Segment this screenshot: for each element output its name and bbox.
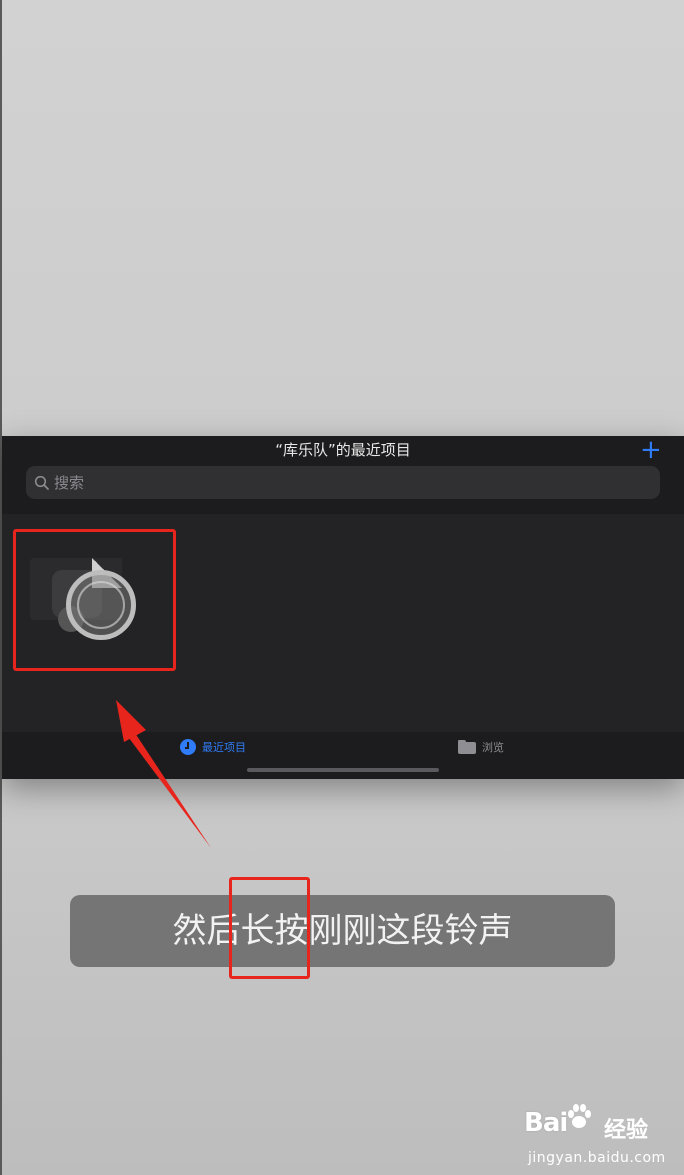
baidu-paw-icon [568, 1104, 591, 1128]
watermark-brand: Bai [524, 1108, 568, 1138]
caption-text: 然后长按刚刚这段铃声 [172, 911, 513, 951]
home-indicator [247, 768, 439, 772]
folder-icon [458, 740, 476, 754]
highlight-box-file [13, 529, 176, 671]
watermark-url: jingyan.baidu.com [528, 1150, 666, 1166]
tab-browse[interactable]: 浏览 [458, 736, 504, 758]
add-button[interactable]: + [640, 437, 662, 463]
search-bar[interactable] [26, 466, 660, 499]
red-arrow-annotation [116, 700, 211, 848]
baidu-jingyan-watermark: Bai 经验 jingyan.baidu.com [522, 1102, 672, 1172]
search-icon [34, 475, 49, 490]
search-input[interactable] [54, 466, 644, 499]
sheet-title: “库乐队”的最近项目 [275, 441, 411, 459]
instruction-caption: 然后长按刚刚这段铃声 [70, 895, 615, 967]
watermark-jingyan: 经验 [604, 1118, 649, 1143]
highlight-box-caption [229, 877, 310, 979]
tab-browse-label: 浏览 [482, 741, 504, 754]
sheet-header: “库乐队”的最近项目 + [2, 436, 684, 514]
